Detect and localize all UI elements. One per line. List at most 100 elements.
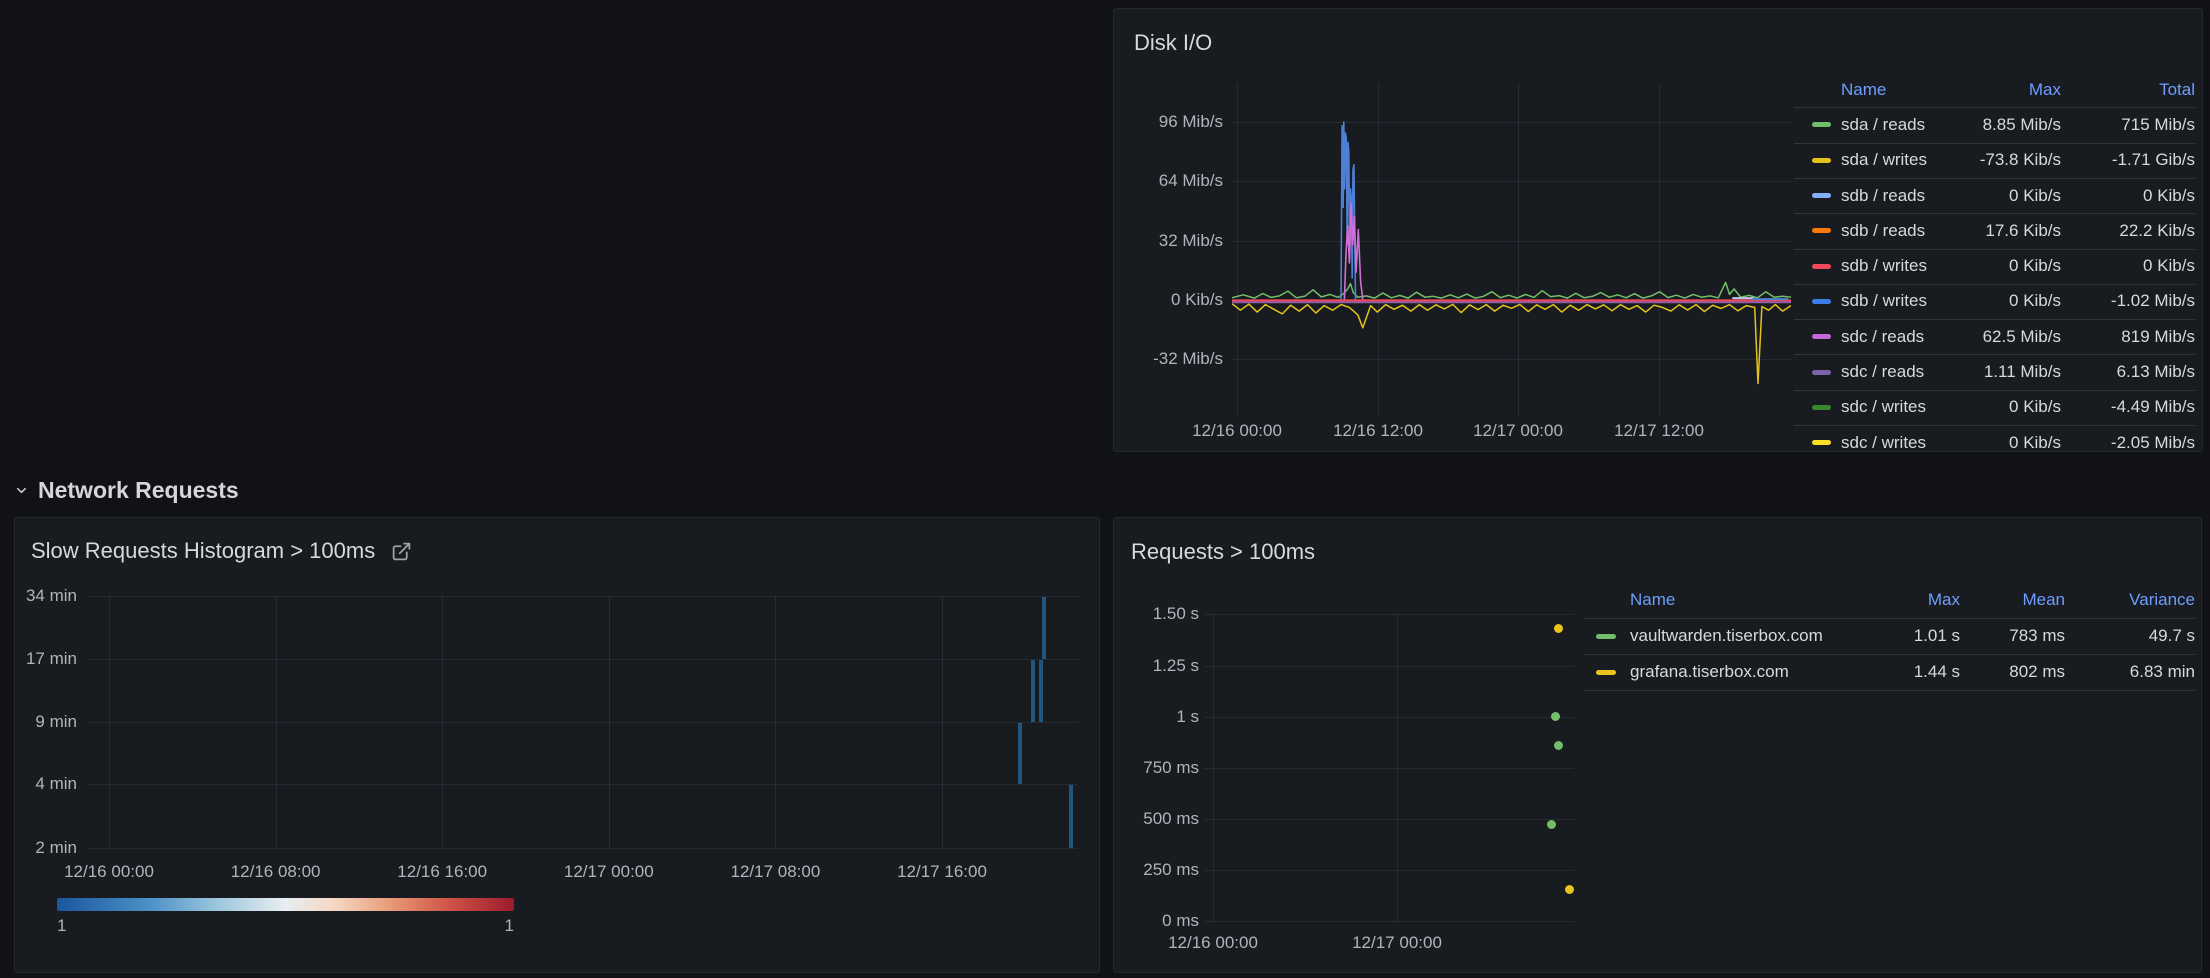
y-axis-tick-label: 500 ms bbox=[1113, 809, 1199, 829]
legend-series-name: sdb / reads bbox=[1841, 186, 1946, 206]
legend-series-name: sda / reads bbox=[1841, 115, 1946, 135]
legend-value: 0 Kib/s bbox=[2061, 186, 2195, 206]
legend-column-header[interactable]: Variance bbox=[2065, 590, 2195, 610]
y-axis-tick-label: 250 ms bbox=[1113, 860, 1199, 880]
x-axis-tick-label: 12/16 12:00 bbox=[1308, 421, 1448, 441]
section-title: Network Requests bbox=[38, 477, 239, 504]
legend-series-name: sdb / writes bbox=[1841, 256, 1946, 276]
scatter-point bbox=[1565, 885, 1574, 894]
legend-value: -1.02 Mib/s bbox=[2061, 291, 2195, 311]
gridline-vertical bbox=[609, 596, 610, 848]
panel-title-slow-requests[interactable]: Slow Requests Histogram > 100ms bbox=[31, 538, 375, 564]
legend-column-header[interactable]: Max bbox=[1860, 590, 1960, 610]
legend-value: 0 Kib/s bbox=[1946, 291, 2061, 311]
gridline-vertical bbox=[442, 596, 443, 848]
scatter-point bbox=[1547, 820, 1556, 829]
gridline-vertical bbox=[1213, 614, 1214, 921]
x-axis-tick-label: 12/16 08:00 bbox=[206, 862, 346, 882]
legend-column-header[interactable]: Mean bbox=[1960, 590, 2065, 610]
legend-value: 6.83 min bbox=[2065, 662, 2195, 682]
series-color-swatch bbox=[1812, 405, 1831, 410]
heatmap-cell bbox=[1069, 785, 1073, 848]
panel-title-requests[interactable]: Requests > 100ms bbox=[1131, 539, 1315, 565]
legend-value: 819 Mib/s bbox=[2061, 327, 2195, 347]
gridline-vertical bbox=[276, 596, 277, 848]
y-axis-tick-label: 1.50 s bbox=[1113, 604, 1199, 624]
legend-value: 0 Kib/s bbox=[1946, 256, 2061, 276]
legend-series-name: sdb / writes bbox=[1841, 291, 1946, 311]
legend-value: 1.01 s bbox=[1860, 626, 1960, 646]
legend-row[interactable]: sdc / reads1.11 Mib/s6.13 Mib/s bbox=[1794, 354, 2195, 389]
gridline-horizontal bbox=[88, 659, 1078, 660]
y-axis-tick-label: 96 Mib/s bbox=[1133, 112, 1223, 132]
gridline-vertical bbox=[1397, 614, 1398, 921]
gridline-horizontal bbox=[1204, 921, 1574, 922]
legend-series-name: sdc / reads bbox=[1841, 327, 1946, 347]
legend-value: 0 Kib/s bbox=[1946, 397, 2061, 417]
legend-row[interactable]: sdb / writes0 Kib/s0 Kib/s bbox=[1794, 249, 2195, 284]
gridline-horizontal bbox=[88, 722, 1078, 723]
legend-row[interactable]: sdb / reads0 Kib/s0 Kib/s bbox=[1794, 178, 2195, 213]
legend-value: 802 ms bbox=[1960, 662, 2065, 682]
x-axis-tick-label: 12/17 00:00 bbox=[539, 862, 679, 882]
x-axis-tick-label: 12/16 00:00 bbox=[1167, 421, 1307, 441]
series-color-swatch bbox=[1812, 228, 1831, 233]
legend-row[interactable]: sdc / reads62.5 Mib/s819 Mib/s bbox=[1794, 319, 2195, 354]
legend-column-header[interactable]: Max bbox=[1946, 80, 2061, 100]
scatter-point bbox=[1551, 712, 1560, 721]
series-color-swatch bbox=[1596, 670, 1616, 675]
legend-value: 0 Kib/s bbox=[1946, 186, 2061, 206]
legend-series-name: grafana.tiserbox.com bbox=[1630, 662, 1860, 682]
legend-series-name: sdb / reads bbox=[1841, 221, 1946, 241]
y-axis-tick-label: 1.25 s bbox=[1113, 656, 1199, 676]
gridline-horizontal bbox=[88, 848, 1078, 849]
heatmap-cell bbox=[1031, 660, 1035, 722]
panel-title-disk-io[interactable]: Disk I/O bbox=[1134, 30, 1212, 56]
legend-value: 49.7 s bbox=[2065, 626, 2195, 646]
legend-row[interactable]: sdc / writes0 Kib/s-2.05 Mib/s bbox=[1794, 425, 2195, 452]
y-axis-tick-label: 4 min bbox=[14, 774, 77, 794]
y-axis-tick-label: 9 min bbox=[14, 712, 77, 732]
legend-row[interactable]: sdb / reads17.6 Kib/s22.2 Kib/s bbox=[1794, 213, 2195, 248]
gridline-vertical bbox=[942, 596, 943, 848]
legend-value: 6.13 Mib/s bbox=[2061, 362, 2195, 382]
heatmap-cell bbox=[1018, 723, 1022, 784]
legend-row[interactable]: vaultwarden.tiserbox.com1.01 s783 ms49.7… bbox=[1584, 618, 2195, 654]
legend-value: 17.6 Kib/s bbox=[1946, 221, 2061, 241]
y-axis-tick-label: 750 ms bbox=[1113, 758, 1199, 778]
series-color-swatch bbox=[1812, 158, 1831, 163]
heatmap-cell bbox=[1039, 660, 1043, 722]
series-color-swatch bbox=[1812, 370, 1831, 375]
x-axis-tick-label: 12/16 16:00 bbox=[372, 862, 512, 882]
legend-value: 22.2 Kib/s bbox=[2061, 221, 2195, 241]
color-scale-min-label: 1 bbox=[57, 916, 117, 936]
legend-column-header-name[interactable]: Name bbox=[1630, 590, 1860, 610]
legend-row[interactable]: sdc / writes0 Kib/s-4.49 Mib/s bbox=[1794, 390, 2195, 425]
legend-series-name: sdc / writes bbox=[1841, 433, 1946, 452]
legend-header-row: NameMaxMeanVariance bbox=[1584, 582, 2195, 618]
x-axis-tick-label: 12/17 12:00 bbox=[1589, 421, 1729, 441]
gridline-horizontal bbox=[1204, 614, 1574, 615]
legend-series-name: vaultwarden.tiserbox.com bbox=[1630, 626, 1860, 646]
series-color-swatch bbox=[1812, 193, 1831, 198]
panel-requests: Requests > 100ms 1.50 s1.25 s1 s750 ms50… bbox=[1113, 517, 2202, 973]
disk-io-time-series bbox=[1232, 83, 1791, 416]
legend-row[interactable]: sda / reads8.85 Mib/s715 Mib/s bbox=[1794, 107, 2195, 142]
legend-row[interactable]: grafana.tiserbox.com1.44 s802 ms6.83 min bbox=[1584, 654, 2195, 690]
series-color-swatch bbox=[1812, 122, 1831, 127]
legend-value: 783 ms bbox=[1960, 626, 2065, 646]
section-network-requests[interactable]: Network Requests bbox=[14, 474, 239, 506]
external-link-icon[interactable] bbox=[391, 541, 412, 562]
y-axis-tick-label: -32 Mib/s bbox=[1133, 349, 1223, 369]
legend-value: 0 Kib/s bbox=[1946, 433, 2061, 452]
legend-value: 1.11 Mib/s bbox=[1946, 362, 2061, 382]
scatter-point bbox=[1554, 741, 1563, 750]
legend-row[interactable]: sda / writes-73.8 Kib/s-1.71 Gib/s bbox=[1794, 143, 2195, 178]
gridline-horizontal bbox=[88, 784, 1078, 785]
legend-row[interactable]: sdb / writes0 Kib/s-1.02 Mib/s bbox=[1794, 284, 2195, 319]
gridline-horizontal bbox=[1204, 666, 1574, 667]
legend-column-header-name[interactable]: Name bbox=[1841, 80, 1946, 100]
legend-column-header[interactable]: Total bbox=[2061, 80, 2195, 100]
color-scale-max-label: 1 bbox=[474, 916, 514, 936]
series-color-swatch bbox=[1596, 634, 1616, 639]
